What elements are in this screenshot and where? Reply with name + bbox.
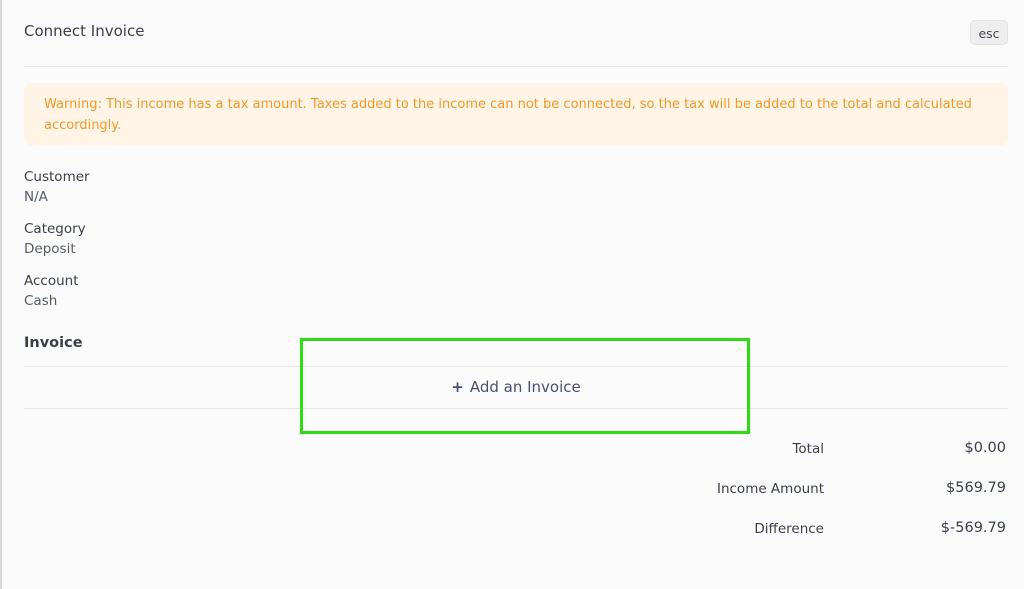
total-label: Total xyxy=(792,441,824,457)
account-value: Cash xyxy=(24,293,58,309)
esc-button[interactable]: esc xyxy=(970,20,1008,45)
customer-value: N/A xyxy=(24,189,48,205)
invoice-section-title: Invoice xyxy=(24,335,83,351)
modal-header: Connect Invoice esc xyxy=(24,20,1008,67)
income-amount-label: Income Amount xyxy=(716,481,824,497)
add-invoice-button[interactable]: + Add an Invoice xyxy=(24,367,1008,408)
tax-warning-banner: Warning: This income has a tax amount. T… xyxy=(24,83,1008,146)
add-invoice-label: Add an Invoice xyxy=(469,378,581,396)
income-amount-value: $569.79 xyxy=(946,480,1006,496)
total-value: $0.00 xyxy=(964,440,1006,456)
modal-title: Connect Invoice xyxy=(24,22,145,40)
customer-label: Customer xyxy=(24,169,90,185)
category-value: Deposit xyxy=(24,241,76,257)
account-label: Account xyxy=(24,273,79,289)
category-label: Category xyxy=(24,221,86,237)
plus-icon: + xyxy=(451,378,464,396)
connect-invoice-modal: Connect Invoice esc Warning: This income… xyxy=(0,0,1024,589)
difference-value: $-569.79 xyxy=(940,520,1006,536)
difference-label: Difference xyxy=(754,521,824,537)
invoice-list: + Add an Invoice xyxy=(24,366,1008,409)
